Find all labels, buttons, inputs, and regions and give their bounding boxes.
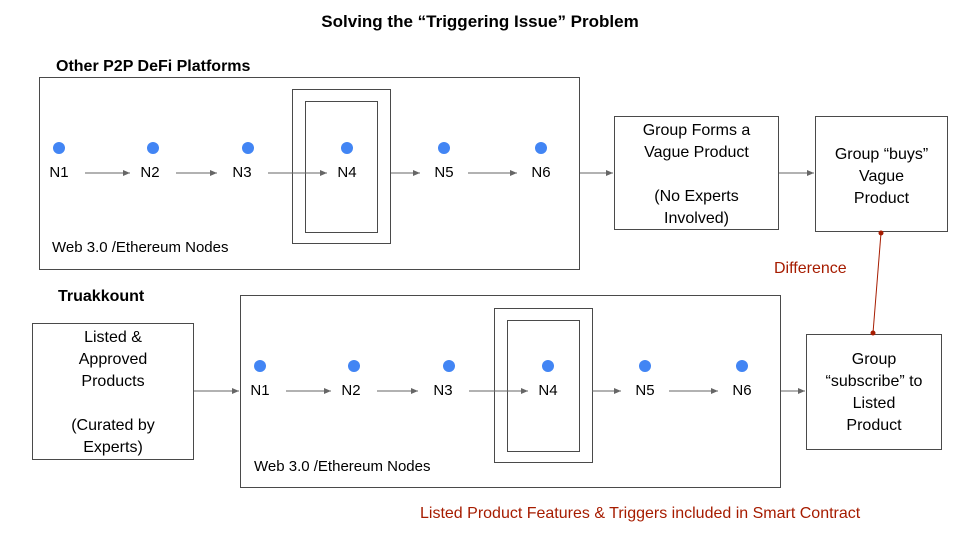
difference-connector [872, 232, 882, 334]
bottom-node-dot-1 [254, 360, 266, 372]
top-node-dot-4 [341, 142, 353, 154]
bottom-node-dot-6 [736, 360, 748, 372]
bottom-node-dot-2 [348, 360, 360, 372]
top-node-dot-3 [242, 142, 254, 154]
difference-connector-end-bottom [870, 330, 876, 336]
top-node-dot-2 [147, 142, 159, 154]
top-node-dot-1 [53, 142, 65, 154]
top-node-dot-5 [438, 142, 450, 154]
difference-connector-end-top [878, 230, 884, 236]
bottom-node-dot-3 [443, 360, 455, 372]
diagram-connectors [53, 142, 884, 394]
bottom-node-dot-4 [542, 360, 554, 372]
top-node-dot-6 [535, 142, 547, 154]
bottom-node-dot-5 [639, 360, 651, 372]
